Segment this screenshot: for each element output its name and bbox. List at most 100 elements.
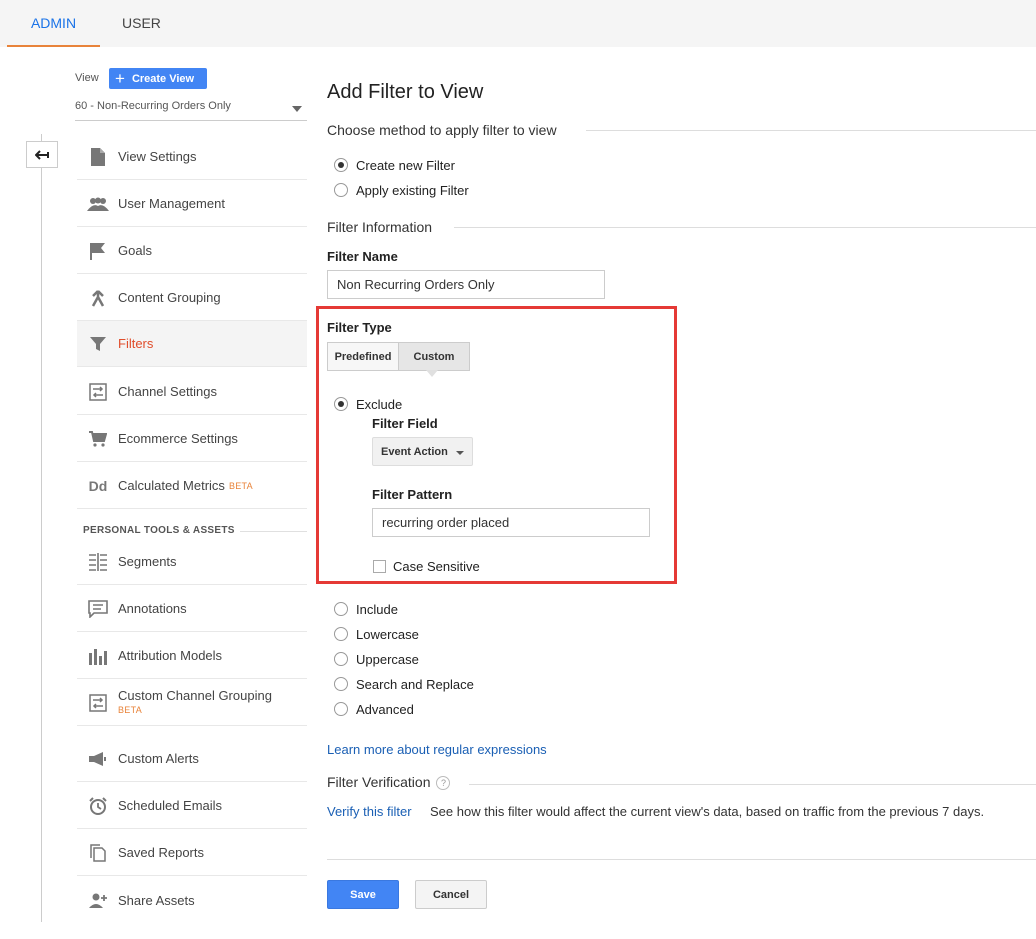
beta-badge: BETA	[118, 704, 143, 715]
cart-icon	[80, 428, 116, 450]
radio-label: Uppercase	[356, 651, 419, 667]
sidebar-item-channel-settings[interactable]: Channel Settings	[77, 369, 307, 415]
channel-icon	[80, 381, 116, 403]
caret-down-icon	[292, 106, 302, 112]
radio-apply-existing-filter[interactable]: Apply existing Filter	[334, 181, 469, 199]
tab-predefined[interactable]: Predefined	[327, 342, 399, 371]
sidebar-item-ecommerce-settings[interactable]: Ecommerce Settings	[77, 416, 307, 462]
sidebar-item-label: Saved Reports	[118, 845, 204, 860]
bars-icon	[80, 645, 116, 667]
verify-filter-link[interactable]: Verify this filter	[327, 804, 412, 819]
beta-badge: BETA	[228, 480, 253, 491]
radio-create-new-filter[interactable]: Create new Filter	[334, 156, 455, 174]
sidebar-item-label: View Settings	[118, 149, 197, 164]
people-icon	[80, 193, 116, 215]
radio-label: Lowercase	[356, 626, 419, 642]
heading-rule	[586, 130, 1036, 131]
radio-label: Search and Replace	[356, 676, 474, 692]
radio-label: Advanced	[356, 701, 414, 717]
collapse-sidebar-button[interactable]	[26, 141, 58, 168]
alarm-icon	[80, 795, 116, 817]
sidebar-item-label: Segments	[118, 554, 177, 569]
sidebar-item-user-management[interactable]: User Management	[77, 181, 307, 227]
tab-admin[interactable]: ADMIN	[7, 0, 100, 47]
segments-icon	[80, 551, 116, 573]
heading-rule	[454, 227, 1036, 228]
save-button[interactable]: Save	[327, 880, 399, 909]
help-icon[interactable]: ?	[436, 776, 451, 790]
create-view-button[interactable]: + Create View	[109, 68, 207, 89]
sidebar-item-segments[interactable]: Segments	[77, 539, 307, 585]
radio-uppercase[interactable]: Uppercase	[334, 650, 419, 668]
tab-custom[interactable]: Custom	[398, 342, 470, 371]
document-icon	[80, 146, 116, 168]
radio-label: Exclude	[356, 396, 403, 412]
radio-search-and-replace[interactable]: Search and Replace	[334, 675, 474, 693]
flag-icon	[80, 240, 116, 262]
sidebar-item-calculated-metrics[interactable]: Dd Calculated Metrics BETA	[77, 463, 307, 509]
radio-button[interactable]	[334, 652, 348, 666]
radio-button[interactable]	[334, 602, 348, 616]
filter-pattern-value: recurring order placed	[382, 515, 510, 530]
learn-more-link[interactable]: Learn more about regular expressions	[327, 742, 547, 757]
filter-type-label: Filter Type	[327, 320, 392, 335]
merge-icon	[80, 287, 116, 309]
channel-icon	[80, 692, 116, 714]
sidebar-item-label: Scheduled Emails	[118, 798, 223, 813]
radio-include[interactable]: Include	[334, 600, 398, 618]
filter-pattern-label: Filter Pattern	[372, 487, 453, 502]
sidebar-item-saved-reports[interactable]: Saved Reports	[77, 830, 307, 876]
filter-icon	[80, 333, 116, 355]
sidebar-item-label: User Management	[118, 196, 225, 211]
filter-name-value: Non Recurring Orders Only	[337, 277, 495, 292]
sidebar-item-filters[interactable]: Filters	[77, 321, 307, 367]
verification-heading-text: Filter Verification	[327, 774, 431, 790]
radio-lowercase[interactable]: Lowercase	[334, 625, 419, 643]
sidebar-item-scheduled-emails[interactable]: Scheduled Emails	[77, 783, 307, 829]
sidebar-item-label: Custom Channel Grouping	[118, 687, 272, 703]
filter-name-label: Filter Name	[327, 249, 398, 264]
case-sensitive-checkbox-row[interactable]: Case Sensitive	[373, 559, 480, 574]
filter-info-heading: Filter Information	[327, 219, 433, 235]
radio-button[interactable]	[334, 627, 348, 641]
top-tab-bar: ADMIN USER	[0, 0, 1036, 47]
sidebar-item-goals[interactable]: Goals	[77, 228, 307, 274]
view-selector[interactable]: 60 - Non-Recurring Orders Only	[75, 100, 307, 121]
radio-button[interactable]	[334, 183, 348, 197]
sidebar-item-content-grouping[interactable]: Content Grouping	[77, 275, 307, 321]
verify-description: See how this filter would affect the cur…	[430, 804, 985, 819]
sidebar-item-custom-channel-grouping[interactable]: Custom Channel Grouping BETA	[77, 680, 307, 726]
radio-exclude[interactable]: Exclude	[334, 395, 402, 413]
sidebar-item-share-assets[interactable]: Share Assets	[77, 877, 307, 923]
case-sensitive-checkbox[interactable]	[373, 560, 386, 573]
sidebar-item-attribution-models[interactable]: Attribution Models	[77, 633, 307, 679]
page-title: Add Filter to View	[327, 81, 484, 103]
radio-button[interactable]	[334, 677, 348, 691]
filter-verification-heading: Filter Verification?	[327, 774, 451, 790]
sidebar-divider	[41, 134, 42, 922]
heading-rule	[469, 784, 1036, 785]
radio-button[interactable]	[334, 702, 348, 716]
section-title-personal-tools: PERSONAL TOOLS & ASSETS	[83, 525, 235, 536]
cancel-button[interactable]: Cancel	[415, 880, 487, 909]
sidebar-item-label: Filters	[118, 336, 154, 351]
sidebar-item-label: Share Assets	[118, 892, 195, 908]
radio-label: Apply existing Filter	[356, 182, 469, 198]
view-selector-value: 60 - Non-Recurring Orders Only	[75, 100, 231, 112]
method-heading: Choose method to apply filter to view	[327, 122, 557, 138]
filter-pattern-input[interactable]: recurring order placed	[372, 508, 650, 537]
filter-field-dropdown[interactable]: Event Action	[372, 437, 473, 466]
radio-advanced[interactable]: Advanced	[334, 700, 414, 718]
checkbox-label: Case Sensitive	[393, 559, 480, 574]
tab-user[interactable]: USER	[122, 0, 161, 47]
radio-button[interactable]	[334, 158, 348, 172]
sidebar-item-label: Custom Alerts	[118, 751, 199, 766]
copy-icon	[80, 842, 116, 864]
sidebar-item-annotations[interactable]: Annotations	[77, 586, 307, 632]
radio-button[interactable]	[334, 397, 348, 411]
sidebar-item-view-settings[interactable]: View Settings	[77, 134, 307, 180]
megaphone-icon	[80, 748, 116, 770]
sidebar-item-custom-alerts[interactable]: Custom Alerts	[77, 736, 307, 782]
footer-rule	[327, 859, 1036, 860]
filter-name-input[interactable]: Non Recurring Orders Only	[327, 270, 605, 299]
